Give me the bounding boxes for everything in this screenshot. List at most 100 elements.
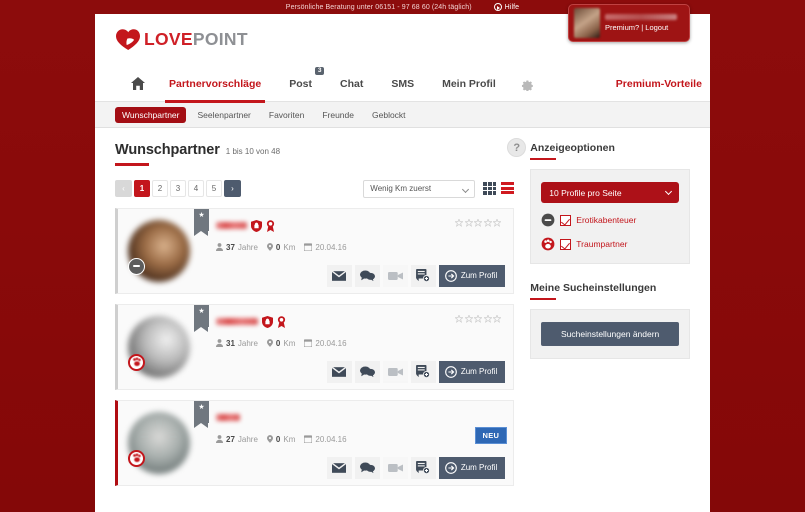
avatar-wrap — [128, 311, 194, 383]
meta-date-value: 20.04.16 — [315, 338, 347, 348]
sort-select-value: Wenig Km zuerst — [370, 184, 432, 193]
zum-profil-label: Zum Profil — [460, 271, 498, 280]
pagination-page-4[interactable]: 4 — [188, 180, 204, 197]
sidebar-heading-anzeigeoptionen: Anzeigeoptionen — [530, 142, 615, 154]
chat-icon[interactable] — [354, 360, 380, 383]
subnav-geblockt[interactable]: Geblockt — [365, 107, 413, 123]
play-circle-icon — [493, 3, 502, 11]
card-actions: Zum Profil — [326, 360, 506, 383]
paw-circle-icon — [128, 353, 145, 371]
rating-stars[interactable] — [455, 218, 502, 227]
checkbox[interactable] — [560, 214, 572, 226]
pagination-page-5[interactable]: 5 — [206, 180, 222, 197]
rating-stars[interactable] — [455, 314, 502, 323]
profile-meta: 31 Jahre 0 Km 20.04.16 — [216, 339, 505, 348]
zum-profil-button[interactable]: Zum Profil — [438, 264, 506, 287]
filter-label: Traumpartner — [576, 239, 628, 249]
meta-distance-value: 0 — [275, 338, 281, 348]
meta-date: 20.04.16 — [304, 434, 347, 444]
note-add-icon[interactable] — [410, 360, 436, 383]
help-link[interactable]: Hilfe — [493, 3, 520, 11]
mail-icon[interactable] — [326, 264, 352, 287]
zum-profil-button[interactable]: Zum Profil — [438, 456, 506, 479]
grid-view-icon[interactable] — [483, 182, 497, 195]
search-settings-panel: Sucheinstellungen ändern — [530, 309, 690, 359]
meta-distance: 0 Km — [266, 338, 295, 348]
zum-profil-button[interactable]: Zum Profil — [438, 360, 506, 383]
profiles-per-page-select[interactable]: 10 Profile pro Seite — [541, 182, 679, 203]
filter-traumpartner[interactable]: Traumpartner — [541, 237, 679, 251]
table-row[interactable]: ★ NEU 27 Jahre 0 Km 20.04.16 Zum Profil — [115, 399, 515, 486]
meta-date: 20.04.16 — [304, 338, 347, 348]
post-unread-badge: 3 — [315, 66, 324, 75]
person-icon — [216, 435, 223, 443]
table-row[interactable]: ★ — [115, 303, 515, 390]
premium-logout-links[interactable]: Premium? | Logout — [605, 23, 684, 32]
award-badge-icon — [277, 315, 286, 328]
mail-icon[interactable] — [326, 456, 352, 479]
subnav-seelenpartner[interactable]: Seelenpartner — [190, 107, 257, 123]
chat-icon[interactable] — [354, 264, 380, 287]
chevron-down-icon — [664, 187, 673, 196]
award-badge-icon — [266, 219, 275, 232]
filter-erotikabenteuer[interactable]: Erotikabenteuer — [541, 213, 679, 227]
meta-distance-value: 0 — [275, 434, 281, 444]
pagination-page-2[interactable]: 2 — [152, 180, 168, 197]
page-header: Wunschpartner 1 bis 10 von 48 ? — [115, 138, 527, 158]
main-column: Wunschpartner 1 bis 10 von 48 ? ‹ 1 2 3 … — [115, 128, 527, 486]
nav-post[interactable]: Post 3 — [275, 66, 326, 102]
chat-icon[interactable] — [354, 456, 380, 479]
paw-circle-icon — [541, 237, 555, 251]
profile-username[interactable] — [216, 222, 247, 229]
meta-distance: 0 Km — [266, 242, 296, 252]
nav-mein-profil[interactable]: Mein Profil — [428, 66, 510, 102]
profile-username[interactable] — [216, 318, 258, 325]
location-pin-icon — [266, 243, 273, 251]
nav-home[interactable] — [121, 66, 155, 102]
meta-date-value: 20.04.16 — [315, 434, 347, 444]
person-icon — [216, 339, 223, 347]
pagination-page-3[interactable]: 3 — [170, 180, 186, 197]
content-area: Wunschpartner 1 bis 10 von 48 ? ‹ 1 2 3 … — [95, 128, 710, 486]
calendar-icon — [304, 435, 313, 443]
pagination-page-1[interactable]: 1 — [134, 180, 150, 197]
nav-premium-vorteile[interactable]: Premium-Vorteile — [602, 66, 716, 102]
sort-select[interactable]: Wenig Km zuerst — [363, 179, 476, 198]
nav-chat[interactable]: Chat — [326, 66, 377, 102]
list-view-icon[interactable] — [501, 182, 515, 195]
title-underline — [115, 163, 149, 166]
subnav-favoriten[interactable]: Favoriten — [262, 107, 311, 123]
nav-sms[interactable]: SMS — [377, 66, 428, 102]
person-icon — [216, 243, 223, 251]
card-actions: Zum Profil — [326, 264, 506, 287]
help-question-icon[interactable]: ? — [507, 138, 527, 157]
meta-date-value: 20.04.16 — [315, 242, 347, 252]
table-row[interactable]: ★ — [115, 207, 515, 294]
meta-age: 31 Jahre — [216, 339, 258, 348]
nav-settings[interactable] — [510, 66, 544, 102]
meta-age-value: 31 — [226, 338, 235, 348]
change-search-settings-button[interactable]: Sucheinstellungen ändern — [541, 322, 679, 346]
note-add-icon[interactable] — [410, 456, 436, 479]
sidebar: Anzeigeoptionen 10 Profile pro Seite Ero… — [530, 128, 690, 486]
mail-icon[interactable] — [326, 360, 352, 383]
note-add-icon[interactable] — [410, 264, 436, 287]
status-badge: NEU — [474, 426, 508, 444]
subnav-wunschpartner[interactable]: Wunschpartner — [115, 106, 187, 123]
checkbox[interactable] — [560, 238, 572, 250]
meta-distance-unit: Km — [283, 242, 296, 252]
pagination-next[interactable]: › — [224, 180, 241, 197]
avatar-wrap — [128, 215, 194, 287]
pagination-prev[interactable]: ‹ — [115, 180, 132, 197]
user-account-badge[interactable]: Premium? | Logout — [568, 4, 690, 42]
main-navigation: Partnervorschläge Post 3 Chat SMS Mein P… — [95, 66, 710, 103]
meta-age: 27 Jahre — [216, 435, 258, 444]
home-icon — [131, 77, 145, 90]
nav-partnervorschlaege[interactable]: Partnervorschläge — [155, 66, 275, 103]
avatar-wrap — [128, 407, 194, 479]
logo-text-point: POINT — [192, 29, 248, 49]
profiles-per-page-value: 10 Profile pro Seite — [549, 187, 622, 198]
avatar — [574, 8, 600, 38]
subnav-freunde[interactable]: Freunde — [315, 107, 361, 123]
profile-username[interactable] — [216, 414, 240, 421]
